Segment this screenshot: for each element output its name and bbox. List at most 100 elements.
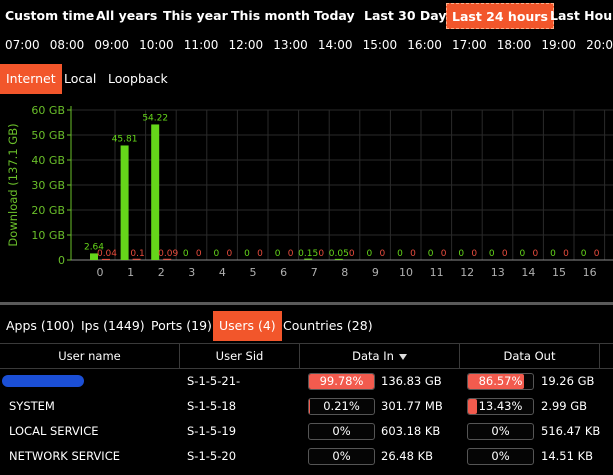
x-tick-label: 12: [460, 266, 474, 279]
data-in-value: 26.48 KB: [381, 449, 434, 463]
table-row[interactable]: S-1-5-21-148460032 99.78% 136.83 GB 86.57% 1…: [0, 369, 613, 394]
detail-tabs: Apps (100) Ips (1449) Ports (19) Users (4) C…: [0, 311, 613, 341]
time-filter-bar: Custom time All years This year This month T…: [0, 3, 613, 29]
hour-label: 18:00: [496, 38, 532, 52]
hour-label: 08:00: [49, 38, 85, 52]
x-tick-label: 6: [280, 266, 287, 279]
column-data-in-label: Data In: [352, 349, 394, 363]
bar-download-8[interactable]: [334, 258, 343, 260]
data-out-value: 19.26 GB: [541, 374, 595, 388]
table-row[interactable]: SYSTEM S-1-5-18 0.21% 301.77 MB 13.43% 2.99 G…: [0, 394, 613, 419]
time-filter-all-years[interactable]: All years: [91, 3, 162, 29]
bar-value-label: 0: [288, 249, 294, 259]
data-out-percent-text: 13.43%: [478, 399, 523, 413]
hour-label: 10:00: [139, 38, 174, 52]
bar-value-label: 0.04: [97, 249, 117, 259]
user-name-cell: LOCAL SERVICE: [9, 424, 99, 438]
sort-descending-icon: [398, 353, 407, 360]
hour-label: 15:00: [362, 38, 398, 52]
tab-loopback[interactable]: Loopback: [102, 64, 174, 94]
bar-value-label: 0: [349, 249, 355, 259]
bar-value-label: 0: [441, 249, 447, 259]
data-out-percent-bar: 13.43%: [467, 398, 534, 415]
bar-value-label: 0: [214, 249, 220, 259]
tab-apps-100[interactable]: Apps (100): [0, 311, 81, 341]
time-filter-last-hour[interactable]: Last Hour: [545, 3, 613, 29]
x-tick-label: 10: [399, 266, 413, 279]
x-tick-label: 7: [311, 266, 318, 279]
user-name-cell: SYSTEM: [9, 399, 55, 413]
tab-users-4[interactable]: Users (4): [213, 311, 282, 341]
data-out-value: 2.99 GB: [541, 399, 588, 413]
bar-value-label: 0: [502, 249, 508, 259]
column-data-in[interactable]: Data In: [300, 344, 460, 368]
x-tick-label: 8: [341, 266, 348, 279]
y-axis-title: Download (137.1 GB): [6, 123, 20, 246]
bar-upload-0[interactable]: [102, 258, 110, 260]
time-filter-last-30-days[interactable]: Last 30 Days: [359, 3, 459, 29]
tab-ips-1449[interactable]: Ips (1449): [75, 311, 151, 341]
y-tick-label: 20 GB: [31, 204, 65, 217]
table-row[interactable]: LOCAL SERVICE S-1-5-19 0% 603.18 KB 0% 516.47…: [0, 419, 613, 444]
hour-label: 14:00: [317, 38, 353, 52]
data-out-value: 14.51 KB: [541, 449, 594, 463]
user-sid-cell: S-1-5-20: [187, 449, 237, 463]
data-in-percent-text: 99.78%: [319, 374, 364, 388]
data-in-value: 301.77 MB: [381, 399, 443, 413]
tab-local[interactable]: Local: [58, 64, 102, 94]
table-header: User name User Sid Data In Data Out: [0, 343, 613, 369]
tab-ports-19[interactable]: Ports (19): [145, 311, 218, 341]
bar-value-label: 0: [520, 249, 526, 259]
time-filter-today[interactable]: Today: [309, 3, 360, 29]
time-filter-last-24-hours[interactable]: Last 24 hours: [446, 3, 554, 29]
time-filter-custom-time[interactable]: Custom time: [0, 3, 99, 29]
splitter[interactable]: [0, 302, 613, 305]
data-in-percent-text: 0%: [332, 449, 351, 463]
user-sid-cell: S-1-5-21-148460032: [187, 374, 241, 388]
y-tick-label: 30 GB: [31, 179, 65, 192]
x-tick-label: 11: [430, 266, 444, 279]
user-name-cell: NETWORK SERVICE: [9, 449, 120, 463]
network-tabs: Internet Local Loopback: [0, 64, 613, 94]
data-out-percent-text: 0%: [491, 449, 510, 463]
y-tick-label: 50 GB: [31, 129, 65, 142]
data-in-percent-bar: 0%: [308, 423, 375, 440]
x-tick-label: 0: [97, 266, 104, 279]
hour-label: 19:00: [541, 38, 576, 52]
bar-value-label: 0: [196, 249, 202, 259]
bar-value-label: 0: [380, 249, 386, 259]
bar-download-2[interactable]: [151, 124, 160, 260]
table-row[interactable]: NETWORK SERVICE S-1-5-20 0% 26.48 KB 0% 14.51…: [0, 444, 613, 469]
x-tick-label: 9: [372, 266, 379, 279]
bar-value-label: 0: [428, 249, 434, 259]
y-tick-label: 10 GB: [31, 229, 65, 242]
hour-label: 09:00: [94, 38, 129, 52]
column-data-out[interactable]: Data Out: [460, 344, 600, 368]
tab-internet[interactable]: Internet: [0, 64, 62, 94]
bar-value-label: 0: [550, 249, 556, 259]
data-in-value: 136.83 GB: [381, 374, 442, 388]
bar-value-label: 45.81: [112, 134, 138, 144]
time-filter-this-year[interactable]: This year: [158, 3, 233, 29]
data-out-percent-bar: 0%: [467, 423, 534, 440]
x-tick-label: 15: [552, 266, 566, 279]
hour-label: 07:00: [5, 38, 40, 52]
column-user-name[interactable]: User name: [0, 344, 180, 368]
tab-countries-28[interactable]: Countries (28): [277, 311, 379, 341]
bar-value-label: 0: [533, 249, 539, 259]
data-in-percent-bar: 0.21%: [308, 398, 375, 415]
x-tick-label: 3: [188, 266, 195, 279]
data-out-percent-bar: 86.57%: [467, 373, 534, 390]
data-in-percent-bar: 99.78%: [308, 373, 375, 390]
data-in-percent-text: 0.21%: [323, 399, 360, 413]
bar-value-label: 0: [458, 249, 464, 259]
column-user-sid[interactable]: User Sid: [180, 344, 300, 368]
bar-value-label: 0: [581, 249, 587, 259]
bar-value-label: 0: [471, 249, 477, 259]
bar-download-1[interactable]: [120, 145, 129, 260]
bar-value-label: 0: [397, 249, 403, 259]
x-tick-label: 13: [491, 266, 505, 279]
bar-value-label: 0: [367, 249, 373, 259]
time-filter-this-month[interactable]: This month: [226, 3, 315, 29]
bar-value-label: 0.1: [130, 249, 144, 259]
